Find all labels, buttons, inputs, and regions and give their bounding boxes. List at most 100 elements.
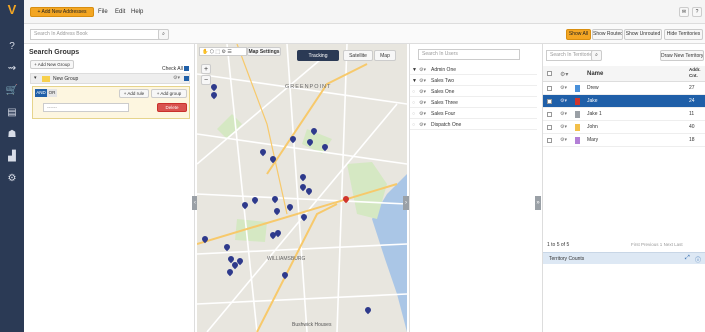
select-all-checkbox[interactable] [547,71,552,76]
add-rule-button[interactable]: + Add rule [119,89,149,98]
address-count-column-header[interactable]: Addr. Cnt. [689,67,703,79]
address-book-search-input[interactable]: Search In Address Book [30,29,168,40]
table-row[interactable]: ⚙▾ Jake 1 11 [543,108,705,121]
menu-file[interactable]: File [98,9,108,15]
satellite-button[interactable]: Satellite [343,50,373,61]
row-checkbox[interactable] [547,99,552,104]
row-checkbox[interactable] [547,138,552,143]
collapse-icon[interactable]: ▾ [34,75,37,81]
search-icon[interactable]: ⌕ [158,29,169,40]
user-settings-icon[interactable]: ⚙▾ [419,98,426,108]
hide-territories-button[interactable]: Hide Territories [664,29,703,40]
user-settings-icon[interactable]: ⚙▾ [419,120,426,130]
user-row[interactable]: ▼ ⚙▾ Admin One [410,65,537,75]
previous-page-link[interactable]: Previous [641,242,659,247]
left-nav-rail: V ? ⇝ 🛒 ▤ ☗ ▟ ⚙ [0,0,24,332]
routes-icon[interactable]: ⇝ [4,62,20,76]
group-row[interactable]: ▾ New Group ⚙▾ [30,73,190,84]
user-name: Dispatch One [431,122,462,128]
page-1-link[interactable]: 1 [660,242,663,247]
rule-group-box: AND OR + Add rule + Add group ------ Del… [32,86,190,119]
add-new-addresses-button[interactable]: + Add New Addresses [30,7,94,17]
add-new-group-button[interactable]: + Add New Group [30,60,74,69]
user-row[interactable]: ○ ⚙▾ Dispatch One [410,120,537,130]
user-name: Admin One [431,67,457,73]
draw-new-territory-button[interactable]: Draw New Territory [660,50,704,61]
row-settings-icon[interactable]: ⚙▾ [560,121,567,134]
address-count: 40 [689,124,695,130]
user-row[interactable]: ○ ⚙▾ Sales Three [410,98,537,108]
user-row[interactable]: ▼ ⚙▾ Sales Two [410,76,537,86]
user-settings-icon[interactable]: ⚙▾ [419,87,426,97]
map-view[interactable]: GREENPOINT WILLIAMSBURG Bushwick Houses … [197,44,407,332]
team-icon[interactable]: ☗ [4,128,20,142]
analytics-icon[interactable]: ▟ [4,150,20,164]
address-count: 18 [689,137,695,143]
row-settings-icon[interactable]: ⚙▾ [560,108,567,121]
app-logo-icon: V [7,2,17,17]
rule-field-select[interactable]: ------ [43,103,129,112]
settings-icon[interactable]: ⚙▾ [173,75,180,81]
expand-icon[interactable]: ▼ [412,76,417,86]
header-settings-icon[interactable]: ⚙▾ [560,71,568,78]
table-row[interactable]: ⚙▾ John 40 [543,121,705,134]
address-count: 24 [689,98,695,104]
search-icon[interactable]: ⌕ [591,50,602,61]
panel-title: Search Groups [29,49,80,56]
check-all-label: Check All [162,66,183,72]
map-settings-button[interactable]: Map Settings [247,47,281,56]
address-book-icon[interactable]: ▤ [4,106,20,120]
williamsburg-label: WILLIAMSBURG [267,256,306,262]
messages-icon[interactable]: ✉ [679,7,689,17]
next-page-link[interactable]: Next [664,242,673,247]
row-settings-icon[interactable]: ⚙▾ [560,82,567,95]
zoom-in-button[interactable]: + [201,64,211,74]
help-icon[interactable]: ? [4,40,20,54]
check-all-checkbox[interactable] [184,66,189,71]
table-row[interactable]: ⚙▾ Drew 27 [543,82,705,95]
expand-icon[interactable]: ▼ [412,65,417,75]
territory-counts-bar[interactable]: Territory Counts ⤢ ⓘ [543,252,705,264]
row-checkbox[interactable] [547,86,552,91]
cart-icon[interactable]: 🛒 [4,84,20,98]
table-row[interactable]: ⚙▾ Jake 24 [543,95,705,108]
row-checkbox[interactable] [547,112,552,117]
zoom-out-button[interactable]: − [201,75,211,85]
show-unrouted-button[interactable]: Show Unrouted [624,29,662,40]
name-column-header[interactable]: Name [587,71,603,77]
tracking-button[interactable]: Tracking [297,50,339,61]
expand-icon[interactable]: ⤢ [685,255,690,262]
map-tools[interactable]: ✋ ⬡ ⬚ ⚙ ☰ [199,47,247,56]
group-checkbox[interactable] [184,76,189,81]
last-page-link[interactable]: Last [674,242,683,247]
territory-color-swatch [575,111,580,118]
info-icon[interactable]: ⓘ [695,255,701,264]
vehicle-icon[interactable]: ⚙ [4,172,20,186]
first-page-link[interactable]: First [631,242,640,247]
circle-icon: ○ [412,122,416,128]
user-settings-icon[interactable]: ⚙▾ [419,109,426,119]
user-row[interactable]: ○ ⚙▾ Sales One [410,87,537,97]
user-settings-icon[interactable]: ⚙▾ [419,76,426,86]
or-toggle[interactable]: OR [47,89,57,97]
table-header: ⚙▾ Name Addr. Cnt. [543,66,705,82]
and-toggle[interactable]: AND [35,89,47,97]
users-search-input[interactable]: Search In Users [418,49,520,60]
menu-help[interactable]: Help [131,9,143,15]
territory-color-swatch [575,124,580,131]
table-row[interactable]: ⚙▾ Mary 18 [543,134,705,147]
row-settings-icon[interactable]: ⚙▾ [560,134,567,147]
delete-button[interactable]: Delete [157,103,187,112]
add-group-button[interactable]: + Add group [151,89,187,98]
show-all-button[interactable]: Show All [566,29,591,40]
user-name: Sales Three [431,100,458,106]
map-button[interactable]: Map [374,50,396,61]
help-circle-icon[interactable]: ? [692,7,702,17]
row-checkbox[interactable] [547,125,552,130]
collapse-users-handle[interactable]: » [535,196,541,210]
show-routed-button[interactable]: Show Routed [592,29,623,40]
row-settings-icon[interactable]: ⚙▾ [560,95,567,108]
user-settings-icon[interactable]: ⚙▾ [419,65,426,75]
user-row[interactable]: ○ ⚙▾ Sales Four [410,109,537,119]
menu-edit[interactable]: Edit [115,9,125,15]
